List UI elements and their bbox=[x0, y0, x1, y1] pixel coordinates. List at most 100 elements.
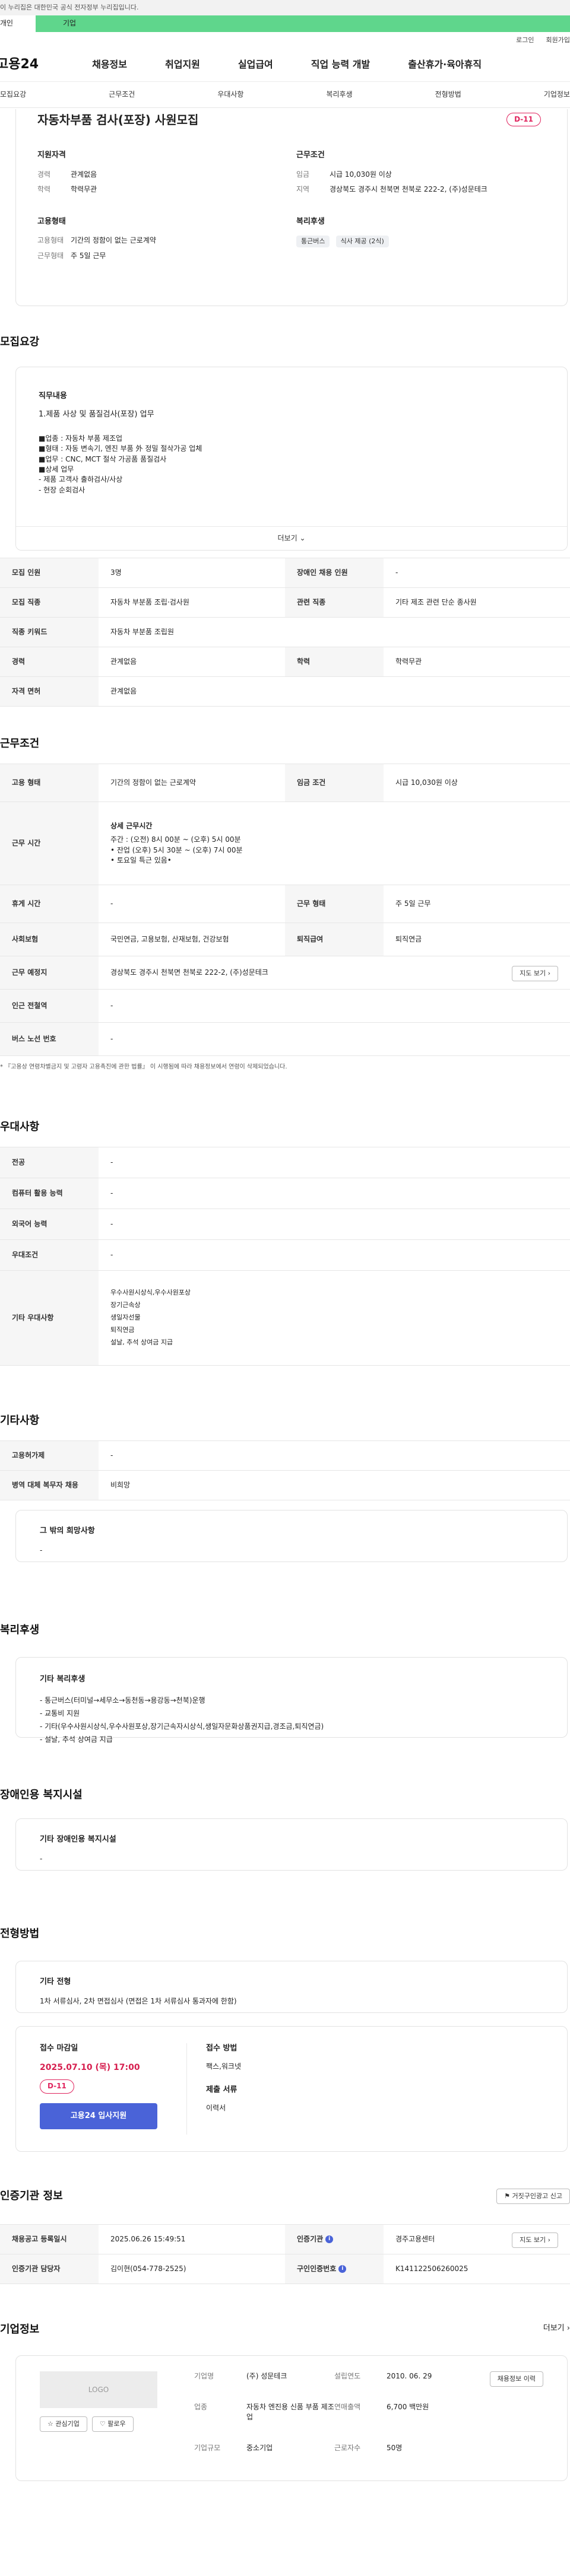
table-cell: - bbox=[99, 1147, 570, 1178]
anchor-conditions[interactable]: 근무조건 bbox=[109, 90, 135, 100]
chevron-right-icon: › bbox=[566, 2324, 570, 2333]
preference-line: 퇴직연금 bbox=[110, 1325, 135, 1334]
table-head: 구인인증번호 i bbox=[285, 2254, 384, 2285]
welfare-line: - 기타(우수사원시상식,우수사원포상,장기근속자시상식,생일자문화상품권지급,… bbox=[40, 1722, 324, 1731]
apply-box: 접수 마감일 2025.07.10 (목) 17:00 D-11 고용24 입사… bbox=[15, 2026, 568, 2152]
company-more-label: 더보기 bbox=[543, 2324, 565, 2333]
heart-icon: ♡ bbox=[99, 2420, 106, 2428]
table-cell: 학력무관 bbox=[384, 647, 570, 678]
table-head: 근무 형태 bbox=[285, 885, 384, 924]
sales-value: 6,700 백만원 bbox=[387, 2402, 429, 2411]
table-row: 고용 형태 기간의 정함이 없는 근로계약 임금 조건 시급 10,030원 이… bbox=[0, 764, 570, 803]
agency-table: 채용공고 등록일시 2025.06.26 15:49:51 인증기관 i 경주고용… bbox=[0, 2224, 570, 2285]
method-value: 팩스,워크넷 bbox=[206, 2062, 242, 2071]
deadline-col: 접수 마감일 2025.07.10 (목) 17:00 D-11 고용24 입사… bbox=[40, 2043, 187, 2135]
duty-line: - 제품 고객사 출하검사/사상 bbox=[39, 475, 123, 484]
anchor-preference[interactable]: 우대사항 bbox=[217, 90, 243, 100]
gnb-item-unemployment[interactable]: 실업급여 bbox=[218, 58, 291, 71]
etc-table: 고용허가제 - 병역 대체 복무자 채용 비희망 bbox=[0, 1440, 570, 1500]
anchor-welfare[interactable]: 복리후생 bbox=[326, 90, 352, 100]
duty-line: ■업무 : CNC, MCT 절삭 가공품 품질검사 bbox=[39, 454, 167, 463]
follow-button[interactable]: ♡ 팔로우 bbox=[91, 2416, 134, 2432]
tab-individual[interactable]: 개인 bbox=[0, 15, 36, 32]
section-title-company: 기업정보 bbox=[0, 2323, 40, 2336]
site-logo[interactable]: 고용24 bbox=[0, 55, 39, 74]
duty-line: - 현장 순회검사 bbox=[39, 485, 86, 494]
emp-label: 고용형태 bbox=[37, 236, 64, 245]
login-link[interactable]: 로그인 bbox=[516, 36, 534, 47]
duty-title: 직무내용 bbox=[39, 392, 67, 401]
apply-button[interactable]: 고용24 입사지원 bbox=[40, 2103, 157, 2129]
siren-icon: ⚑ bbox=[504, 2192, 511, 2200]
table-cell: 퇴직연금 bbox=[384, 923, 570, 957]
duty-line: ■상세 업무 bbox=[39, 465, 74, 473]
table-head: 병역 대체 복무자 채용 bbox=[0, 1470, 99, 1500]
table-head: 고용허가제 bbox=[0, 1440, 99, 1471]
hope-value: - bbox=[40, 1545, 43, 1554]
table-cell: - bbox=[99, 989, 570, 1023]
table-head: 경력 bbox=[0, 647, 99, 678]
table-row: 우대조건 - bbox=[0, 1239, 570, 1271]
table-row: 전공 - bbox=[0, 1147, 570, 1178]
edu-label: 학력 bbox=[37, 185, 51, 194]
condition-block: 근무조건 임금 시급 10,030원 이상 지역 경상북도 경주시 천북면 천북로 … bbox=[296, 150, 546, 200]
signup-link[interactable]: 회원가입 bbox=[546, 36, 570, 47]
wage-value: 시급 10,030원 이상 bbox=[330, 170, 392, 179]
chevron-down-icon: ⌄ bbox=[299, 534, 306, 543]
report-button[interactable]: ⚑ 거짓구인광고 신고 bbox=[496, 2189, 570, 2205]
interest-button[interactable]: ☆ 관심기업 bbox=[40, 2416, 87, 2432]
disabled-value: - bbox=[40, 1854, 43, 1863]
place-cell: 경상북도 경주시 천북면 천북로 222-2, (주)성문테크 지도 보기 › bbox=[99, 956, 570, 990]
org-value: 경주고용센터 bbox=[395, 2234, 435, 2243]
company-more-link[interactable]: 더보기 › bbox=[543, 2323, 570, 2335]
table-row: 직종 키워드 자동차 부분품 조립원 bbox=[0, 617, 570, 648]
tab-company[interactable]: 기업 bbox=[36, 15, 570, 32]
table-head: 인근 전철역 bbox=[0, 989, 99, 1023]
wage-label: 임금 bbox=[296, 170, 310, 179]
more-button[interactable]: 더보기 ⌄ bbox=[16, 526, 567, 551]
table-row: 병역 대체 복무자 채용 비희망 bbox=[0, 1470, 570, 1500]
preference-line: 생일자선물 bbox=[110, 1313, 141, 1321]
recruit-history-button[interactable]: 채용정보 이력 bbox=[489, 2371, 543, 2387]
anchor-company[interactable]: 기업정보 bbox=[544, 90, 570, 100]
global-nav: 고용24 채용정보 취업지원 실업급여 직업 능력 개발 출산휴가·육아휴직 bbox=[0, 47, 570, 82]
gnb-item-leave[interactable]: 출산휴가·육아휴직 bbox=[388, 58, 499, 71]
table-head: 모집 인원 bbox=[0, 558, 99, 589]
deadline-value: 2025.07.10 (목) 17:00 bbox=[40, 2063, 140, 2072]
days-label: 근무형태 bbox=[37, 251, 64, 260]
welfare-tag: 통근버스 bbox=[296, 236, 330, 248]
anchor-recruit[interactable]: 모집요강 bbox=[0, 90, 26, 100]
duty-line: ■형태 : 자동 변속기, 엔진 부품 外 정밀 절삭가공 업체 bbox=[39, 444, 202, 453]
table-cell: - bbox=[99, 1178, 570, 1209]
info-icon[interactable]: i bbox=[338, 2265, 347, 2273]
util-links: 로그인 회원가입 bbox=[0, 32, 570, 47]
hope-title: 그 밖의 희망사항 bbox=[40, 1526, 95, 1535]
qualification-title: 지원자격 bbox=[37, 151, 66, 160]
gnb-item-training[interactable]: 직업 능력 개발 bbox=[291, 58, 388, 71]
emp-value: 기간의 정함이 없는 근로계약 bbox=[71, 236, 156, 245]
founded-value: 2010. 06. 29 bbox=[387, 2372, 432, 2381]
table-cell: 국민연금, 고용보험, 산재보험, 건강보험 bbox=[99, 923, 285, 957]
table-row: 모집 인원 3명 장애인 채용 인원 - bbox=[0, 558, 570, 589]
table-head: 버스 노선 번호 bbox=[0, 1022, 99, 1057]
table-head: 임금 조건 bbox=[285, 764, 384, 803]
info-icon[interactable]: i bbox=[325, 2235, 334, 2243]
table-cell: - bbox=[99, 885, 285, 924]
preference-line: 설날, 추석 상여금 지급 bbox=[110, 1338, 173, 1346]
gnb-item-jobs[interactable]: 채용정보 bbox=[72, 58, 145, 71]
chevron-right-icon: › bbox=[547, 2236, 550, 2244]
duty-lines: ■업종 : 자동차 부품 제조업 ■형태 : 자동 변속기, 엔진 부품 外 정… bbox=[39, 434, 544, 495]
table-cell: 기간의 정함이 없는 근로계약 bbox=[99, 764, 285, 803]
age-note: * 『고용상 연령차별금지 및 고령자 고용촉진에 관한 법률』 이 시행됨에 … bbox=[0, 1064, 287, 1071]
anchor-selection[interactable]: 전형방법 bbox=[435, 90, 461, 100]
welfare-block: 복리후생 통근버스 식사 제공 (2식) bbox=[296, 217, 546, 266]
agency-map-button[interactable]: 지도 보기 › bbox=[512, 2232, 558, 2249]
table-cell: - bbox=[99, 1440, 570, 1471]
map-label: 지도 보기 bbox=[520, 969, 546, 978]
table-row: 휴게 시간 - 근무 형태 주 5일 근무 bbox=[0, 885, 570, 924]
worktype-title: 고용형태 bbox=[37, 217, 66, 226]
gnb-item-employment-support[interactable]: 취업지원 bbox=[145, 58, 218, 71]
map-button[interactable]: 지도 보기 › bbox=[512, 966, 558, 982]
deadline-title: 접수 마감일 bbox=[40, 2044, 78, 2053]
table-head: 전공 bbox=[0, 1147, 99, 1178]
